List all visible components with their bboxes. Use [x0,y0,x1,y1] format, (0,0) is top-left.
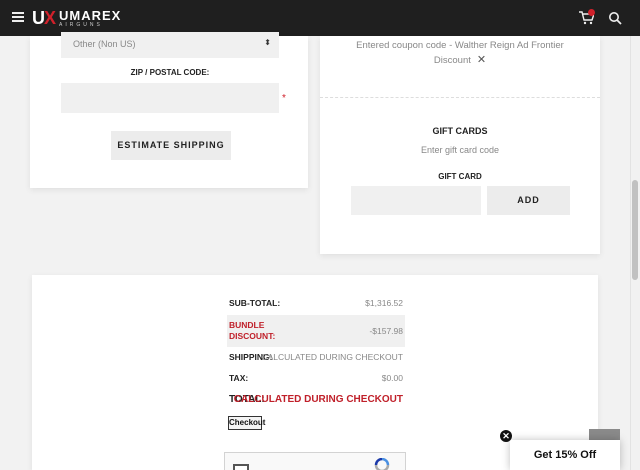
discount-promo-button[interactable]: Get 15% Off [510,440,620,470]
scrollbar-thumb[interactable] [632,180,638,280]
logo-mark: UX [32,7,56,28]
close-promo-icon[interactable]: ✕ [500,430,512,442]
section-divider [320,97,600,98]
select-arrow-icon: ⬍ [264,38,271,47]
menu-icon[interactable] [12,12,24,22]
umarex-logo[interactable]: UX UMAREX AIRGUNS [32,7,121,29]
checkout-button[interactable]: Checkout [228,416,265,430]
estimate-shipping-button[interactable]: ESTIMATE SHIPPING [111,131,231,160]
applied-coupon-text: Entered coupon code - Walther Reign Ad F… [356,40,564,66]
country-select[interactable]: Other (Non US) ⬍ [61,32,279,58]
bundle-discount-row: BUNDLE DISCOUNT: -$157.98 [227,315,405,347]
logo-subtitle: AIRGUNS [59,21,103,28]
subtotal-row: SUB-TOTAL: $1,316.52 [229,298,403,308]
recaptcha-icon [374,458,390,470]
shipping-row: SHIPPING: CALCULATED DURING CHECKOUT [229,352,403,362]
recaptcha-checkbox[interactable] [233,464,249,470]
cart-count-badge [588,9,595,16]
zip-label: ZIP / POSTAL CODE: [130,68,210,77]
zip-postal-input[interactable] [61,83,279,113]
top-navigation-bar: UX UMAREX AIRGUNS [0,0,640,36]
required-asterisk: * [282,93,286,104]
search-icon[interactable] [608,11,622,25]
add-gift-card-button[interactable]: ADD [487,186,570,215]
gift-card-input[interactable] [351,186,481,215]
recaptcha-widget [224,452,406,470]
total-row: TOTAL: CALCULATED DURING CHECKOUT [229,394,403,405]
logo-wordmark: UMAREX [59,7,122,23]
gift-cards-heading: GIFT CARDS [432,126,488,136]
remove-coupon-icon[interactable]: ✕ [477,54,486,66]
gift-card-label: GIFT CARD [438,172,482,181]
gift-card-hint: Enter gift card code [420,145,500,155]
tax-row: TAX: $0.00 [229,373,403,383]
